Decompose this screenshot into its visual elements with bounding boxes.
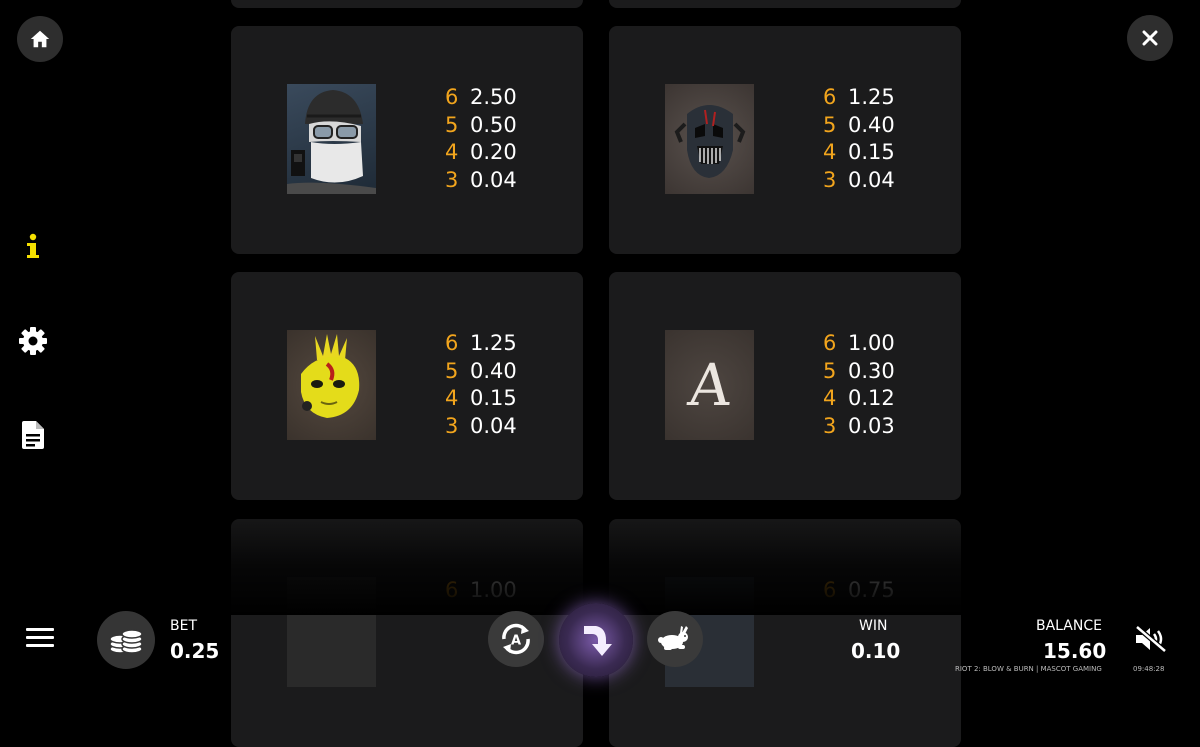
symbol-count: 4: [823, 386, 837, 411]
symbol-count: 5: [823, 112, 837, 137]
balance-label: BALANCE: [1036, 618, 1102, 634]
symbol-count: 3: [823, 168, 837, 193]
payout-list: 6 2.50 5 0.50 4 0.20 3 0.04: [445, 84, 517, 195]
symbol-count: 4: [445, 140, 459, 165]
autoplay-letter: A: [511, 634, 521, 649]
scroll-fade: [0, 505, 1200, 615]
paytable-card-top-left-partial: [231, 0, 583, 8]
payout-row: 4 0.12: [823, 385, 895, 413]
payout-list: 6 1.00 5 0.30 4 0.12 3 0.03: [823, 330, 895, 441]
bet-label: BET: [170, 618, 198, 634]
payout-row: 6 2.50: [445, 84, 517, 112]
payout-row: 6 1.25: [445, 330, 517, 358]
symbol-count: 6: [445, 85, 459, 109]
paytable-card: 6 1.25 5 0.40 4 0.15 3 0.04: [231, 272, 583, 500]
payout-value: 0.04: [470, 414, 517, 439]
symbol-count: 6: [823, 85, 837, 109]
info-menu-item[interactable]: [16, 230, 50, 264]
bet-value: 0.25: [170, 639, 220, 663]
payout-row: 3 0.03: [823, 413, 895, 441]
paytable-card: A 6 1.00 5 0.30 4 0.12 3 0.03: [609, 272, 961, 500]
robber-goggles-icon: [287, 90, 376, 194]
payout-value: 0.30: [848, 358, 895, 383]
payout-value: 0.03: [848, 414, 895, 439]
spin-arrow-icon: [584, 626, 612, 656]
paytable-card: 6 2.50 5 0.50 4 0.20 3 0.04: [231, 26, 583, 254]
payout-row: 3 0.04: [823, 167, 895, 195]
payout-row: 5 0.30: [823, 358, 895, 386]
sound-muted-icon: [1135, 625, 1167, 653]
payout-row: 4 0.20: [445, 139, 517, 167]
paytable-card-top-right-partial: [609, 0, 961, 8]
payout-value: 0.40: [470, 358, 517, 383]
turbo-button[interactable]: [647, 611, 703, 667]
skull-mask-icon: [674, 105, 746, 178]
gear-icon: [19, 327, 47, 355]
win-value: 0.10: [851, 639, 901, 663]
autoplay-button[interactable]: A: [488, 611, 544, 667]
symbol-count: 4: [445, 386, 459, 411]
yellow-spiked-mask-symbol: [287, 330, 376, 440]
payout-value: 1.25: [470, 331, 517, 355]
home-icon: [30, 30, 50, 48]
symbol-count: 5: [445, 112, 459, 137]
payout-row: 6 1.00: [823, 330, 895, 358]
dark-skull-mask-symbol: [665, 84, 754, 194]
payout-value: 0.04: [470, 168, 517, 193]
game-info-footer: RIOT 2: BLOW & BURN | MASCOT GAMING: [955, 665, 1102, 673]
document-icon: [22, 421, 44, 449]
symbol-count: 5: [823, 358, 837, 383]
payout-row: 5 0.40: [823, 112, 895, 140]
payout-value: 2.50: [470, 85, 517, 109]
symbol-count: 3: [823, 414, 837, 439]
payout-value: 0.40: [848, 112, 895, 137]
payout-row: 5 0.40: [445, 358, 517, 386]
close-button[interactable]: [1127, 15, 1173, 61]
close-icon: [1142, 30, 1158, 46]
symbol-count: 4: [823, 140, 837, 165]
symbol-count: 6: [445, 331, 459, 355]
info-icon: [27, 233, 39, 258]
spiked-mask-icon: [301, 334, 360, 418]
symbol-count: 3: [445, 168, 459, 193]
letter-a-glyph: A: [684, 351, 735, 419]
balance-value: 15.60: [1043, 639, 1107, 663]
payout-value: 1.25: [848, 85, 895, 109]
sound-button[interactable]: [1133, 624, 1169, 654]
payout-value: 0.15: [848, 140, 895, 165]
spin-button[interactable]: [559, 603, 633, 677]
payout-value: 0.12: [848, 386, 895, 411]
autoplay-icon: A: [502, 623, 530, 655]
payout-value: 0.04: [848, 168, 895, 193]
robber-goggles-symbol: [287, 84, 376, 194]
payout-list: 6 1.25 5 0.40 4 0.15 3 0.04: [823, 84, 895, 195]
rabbit-icon: [658, 626, 688, 650]
payout-value: 0.15: [470, 386, 517, 411]
payout-row: 5 0.50: [445, 112, 517, 140]
bet-button[interactable]: [97, 611, 155, 669]
symbol-count: 6: [823, 331, 837, 355]
payout-row: 3 0.04: [445, 167, 517, 195]
payout-value: 0.20: [470, 140, 517, 165]
letter-a-symbol: A: [665, 330, 754, 440]
hamburger-menu-icon: [26, 628, 54, 647]
bottom-bar: BET 0.25 A WIN 0.10 BALANCE 15.60 RIOT 2…: [0, 600, 1200, 677]
payout-row: 4 0.15: [823, 139, 895, 167]
symbol-count: 5: [445, 358, 459, 383]
rules-menu-item[interactable]: [16, 418, 50, 452]
settings-menu-item[interactable]: [16, 324, 50, 358]
clock: 09:48:28: [1133, 665, 1165, 673]
home-button[interactable]: [17, 16, 63, 62]
payout-value: 1.00: [848, 331, 895, 355]
paytable-card: 6 1.25 5 0.40 4 0.15 3 0.04: [609, 26, 961, 254]
payout-row: 6 1.25: [823, 84, 895, 112]
payout-list: 6 1.25 5 0.40 4 0.15 3 0.04: [445, 330, 517, 441]
payout-value: 0.50: [470, 112, 517, 137]
menu-button[interactable]: [26, 626, 54, 650]
symbol-count: 3: [445, 414, 459, 439]
payout-row: 3 0.04: [445, 413, 517, 441]
win-label: WIN: [859, 618, 888, 634]
payout-row: 4 0.15: [445, 385, 517, 413]
coin-stack-icon: [109, 629, 143, 654]
